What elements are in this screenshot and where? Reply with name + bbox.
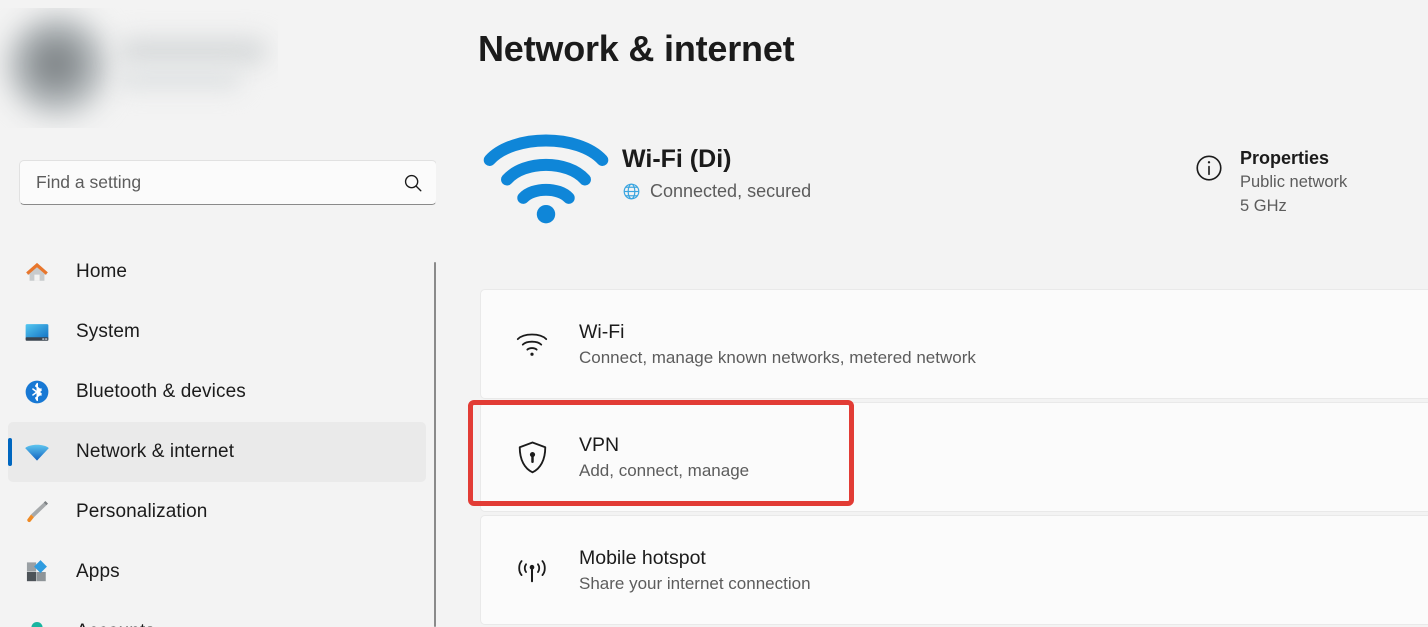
- card-text: Mobile hotspot Share your internet conne…: [579, 546, 811, 594]
- info-icon: [1194, 153, 1224, 183]
- properties-block[interactable]: Properties Public network 5 GHz: [1194, 147, 1347, 219]
- apps-icon: [22, 557, 52, 587]
- connection-status-text: Wi-Fi (Di) Connected, secured: [622, 144, 811, 202]
- avatar: [6, 14, 110, 118]
- sidebar-item-accounts[interactable]: Accounts: [8, 602, 426, 627]
- network-name: Wi-Fi (Di): [622, 145, 732, 173]
- card-mobile-hotspot[interactable]: Mobile hotspot Share your internet conne…: [480, 515, 1428, 625]
- account-name-redacted: [118, 38, 268, 64]
- card-title: Mobile hotspot: [579, 546, 706, 569]
- sidebar-item-personalization[interactable]: Personalization: [8, 482, 426, 542]
- sidebar: Home: [0, 0, 437, 627]
- search-input[interactable]: [36, 172, 402, 193]
- sidebar-item-label: System: [76, 321, 140, 342]
- properties-network-type: Public network: [1240, 172, 1348, 191]
- card-wifi[interactable]: Wi-Fi Connect, manage known networks, me…: [480, 289, 1428, 399]
- settings-window: Home: [0, 0, 1428, 627]
- bluetooth-icon: [22, 377, 52, 407]
- card-text: Wi-Fi Connect, manage known networks, me…: [579, 320, 976, 368]
- properties-band: 5 GHz: [1240, 197, 1287, 216]
- main-content: Network & internet Wi-Fi (Di) Connected,…: [436, 0, 1428, 627]
- hotspot-icon: [515, 553, 549, 587]
- sidebar-item-label: Personalization: [76, 501, 208, 522]
- search-container[interactable]: [19, 160, 437, 205]
- wifi-icon: [22, 437, 52, 467]
- sidebar-item-system[interactable]: System: [8, 302, 426, 362]
- shield-lock-icon: [515, 440, 549, 474]
- search-icon[interactable]: [402, 172, 424, 194]
- card-vpn[interactable]: VPN Add, connect, manage: [480, 402, 1428, 512]
- connection-state-label: Connected, secured: [650, 181, 812, 201]
- account-header-redacted[interactable]: [0, 8, 278, 128]
- card-title: VPN: [579, 433, 620, 456]
- wifi-icon: [515, 327, 549, 361]
- sidebar-nav: Home System Bluetooth & devices Network …: [0, 242, 436, 627]
- sidebar-item-label: Accounts: [76, 621, 155, 627]
- brush-icon: [22, 497, 52, 527]
- properties-text: Properties Public network 5 GHz: [1240, 147, 1347, 219]
- properties-title: Properties: [1240, 148, 1330, 168]
- card-title: Wi-Fi: [579, 320, 625, 343]
- system-icon: [22, 317, 52, 347]
- home-icon: [22, 257, 52, 287]
- search-box[interactable]: [19, 160, 437, 205]
- card-subtitle: Add, connect, manage: [579, 461, 750, 481]
- sidebar-item-label: Network & internet: [76, 441, 235, 462]
- connection-state-row: Connected, secured: [622, 181, 811, 202]
- connection-status: Wi-Fi (Di) Connected, secured: [478, 118, 811, 228]
- globe-icon: [622, 182, 641, 201]
- wifi-signal-icon: [478, 118, 614, 228]
- sidebar-item-apps[interactable]: Apps: [8, 542, 426, 602]
- sidebar-item-label: Apps: [76, 561, 120, 582]
- card-subtitle: Connect, manage known networks, metered …: [579, 348, 976, 368]
- sidebar-item-bluetooth-devices[interactable]: Bluetooth & devices: [8, 362, 426, 422]
- page-title: Network & internet: [478, 28, 795, 69]
- card-subtitle: Share your internet connection: [579, 574, 811, 594]
- account-icon: [22, 617, 52, 627]
- sidebar-item-label: Home: [76, 261, 128, 282]
- sidebar-item-network-internet[interactable]: Network & internet: [8, 422, 426, 482]
- selection-indicator: [8, 438, 12, 466]
- account-email-redacted: [118, 70, 242, 90]
- sidebar-item-label: Bluetooth & devices: [76, 381, 246, 402]
- card-text: VPN Add, connect, manage: [579, 433, 749, 481]
- settings-card-list: Wi-Fi Connect, manage known networks, me…: [480, 289, 1428, 627]
- sidebar-item-home[interactable]: Home: [8, 242, 426, 302]
